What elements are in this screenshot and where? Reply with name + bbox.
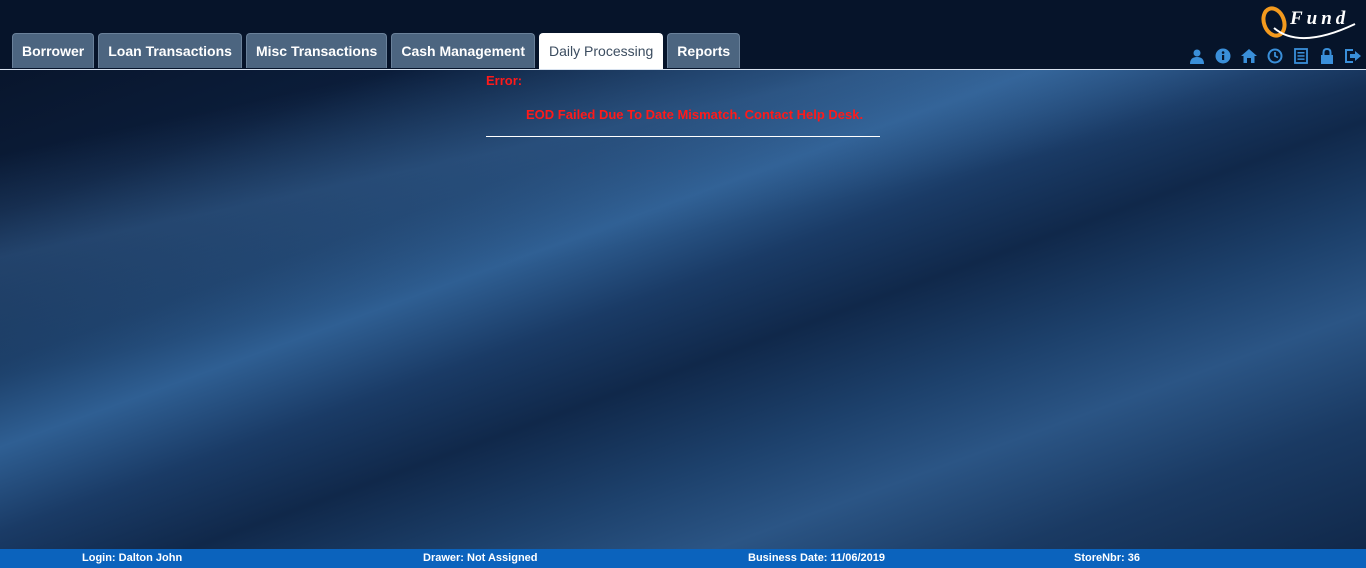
lock-icon[interactable]: [1317, 47, 1337, 65]
tab-loan-transactions[interactable]: Loan Transactions: [98, 33, 242, 68]
qfund-logo-mark: Fund: [1261, 6, 1356, 39]
qfund-logo: Fund: [1260, 2, 1360, 44]
tab-borrower[interactable]: Borrower: [12, 33, 95, 68]
error-message: EOD Failed Due To Date Mismatch. Contact…: [526, 107, 864, 122]
status-business-date: Business Date: 11/06/2019: [748, 552, 885, 564]
status-login: Login: Dalton John: [82, 552, 183, 564]
home-icon[interactable]: [1239, 47, 1259, 65]
top-navigation-bar: Borrower Loan Transactions Misc Transact…: [0, 0, 1366, 70]
tab-reports[interactable]: Reports: [667, 33, 741, 68]
tab-misc-transactions[interactable]: Misc Transactions: [245, 33, 388, 68]
status-bar: Login: Dalton John Drawer: Not Assigned …: [0, 549, 1366, 568]
tab-cash-management[interactable]: Cash Management: [391, 33, 536, 68]
list-icon[interactable]: [1291, 47, 1311, 65]
error-panel: Error: EOD Failed Due To Date Mismatch. …: [486, 73, 880, 145]
error-divider: [486, 136, 880, 137]
main-tabs: Borrower Loan Transactions Misc Transact…: [12, 33, 741, 69]
tab-daily-processing[interactable]: Daily Processing: [539, 33, 664, 69]
status-drawer: Drawer: Not Assigned: [423, 552, 538, 564]
logo-text: Fund: [1289, 8, 1349, 29]
clock-icon[interactable]: [1265, 47, 1285, 65]
user-icon[interactable]: [1187, 47, 1207, 65]
status-store-number: StoreNbr: 36: [1074, 552, 1141, 564]
logout-icon[interactable]: [1343, 47, 1363, 65]
info-icon[interactable]: [1213, 47, 1233, 65]
error-label: Error:: [486, 73, 523, 88]
header-toolbar: [1187, 47, 1363, 65]
